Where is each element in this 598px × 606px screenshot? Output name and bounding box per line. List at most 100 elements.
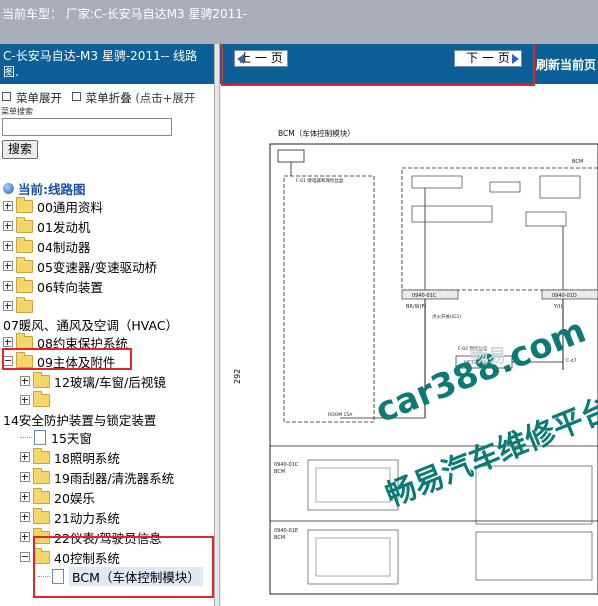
tree-item[interactable]: 06转向装置 xyxy=(3,276,103,296)
current-location-label: 当前:线路图 xyxy=(18,181,86,197)
expand-icon[interactable] xyxy=(20,492,30,502)
bcm-box xyxy=(401,167,598,291)
tree-item[interactable]: 01发动机 xyxy=(3,216,90,236)
sidebar: C-长安马自达-M3 星骋-2011-- 线路图. 菜单展开 菜单折叠 (点击+… xyxy=(0,44,214,606)
search-input[interactable] xyxy=(2,118,172,136)
folder-icon xyxy=(33,371,50,388)
tree-item-label[interactable]: 01发动机 xyxy=(37,217,90,236)
tree-item[interactable]: 20娱乐 xyxy=(20,487,95,507)
highlight-box xyxy=(33,536,214,598)
table1-name: 0940-01C xyxy=(274,462,299,468)
tree-item[interactable]: 18照明系统 xyxy=(20,447,120,467)
menu-controls: 菜单展开 菜单折叠 (点击+展开 xyxy=(2,90,195,106)
diagram-title: BCM（车体控制模块） xyxy=(278,128,355,138)
collapse-checkbox-icon[interactable] xyxy=(71,92,81,101)
expand-icon[interactable] xyxy=(20,532,30,542)
tree-item-label[interactable]: 20娱乐 xyxy=(54,488,95,507)
battery-symbol xyxy=(277,149,305,163)
tree-item-label[interactable]: 04制动器 xyxy=(37,237,90,256)
tree-item[interactable] xyxy=(3,296,37,316)
folder-icon xyxy=(16,216,33,233)
tree-item[interactable]: 04制动器 xyxy=(3,236,90,256)
page-number: 292 xyxy=(233,369,242,384)
highlight-box xyxy=(2,348,132,370)
tree-item[interactable]: 19雨刮器/清洗器系统 xyxy=(20,467,174,487)
tree-item[interactable] xyxy=(20,390,54,410)
tree-item-label[interactable]: 19雨刮器/清洗器系统 xyxy=(54,468,174,487)
expand-icon[interactable] xyxy=(3,261,13,271)
menu-hint: (点击+展开 xyxy=(135,91,196,105)
folder-icon xyxy=(16,332,33,349)
page-icon xyxy=(34,429,46,445)
expand-icon[interactable] xyxy=(3,281,13,291)
tree-item[interactable]: 14安全防护装置与锁定装置 xyxy=(3,409,156,429)
current-car-label: 当前车型： 厂家:C-长安马自达M3 星骋2011- xyxy=(2,7,248,21)
tree-item-label[interactable]: 06转向装置 xyxy=(37,277,103,296)
search-label: 菜单搜索 xyxy=(1,107,33,116)
globe-icon xyxy=(3,182,14,194)
tree-item-label[interactable]: 14安全防护装置与锁定装置 xyxy=(3,410,156,429)
current-location: 当前:线路图 xyxy=(3,178,86,198)
tree-item-label[interactable]: 12玻璃/车窗/后视镜 xyxy=(54,372,166,391)
ignition-label: 点火开关(IG1) xyxy=(432,313,461,320)
content-pane: 上 一 页 下 一 页 刷新当前页 BCM（车体控制模块） 292 F-01 继… xyxy=(220,44,598,606)
bcm-label: BCM xyxy=(572,159,583,165)
tree-line xyxy=(20,436,32,438)
connector-01d: 0940-01D xyxy=(552,293,577,299)
tree-item-label[interactable]: 05变速器/变速驱动桥 xyxy=(37,257,157,276)
room-fuse: ROOM 15A xyxy=(328,412,353,418)
folder-icon xyxy=(16,236,33,253)
tree-item-label[interactable]: 15天窗 xyxy=(51,428,92,447)
expand-icon[interactable] xyxy=(20,512,30,522)
menu-collapse-link[interactable]: 菜单折叠 xyxy=(86,91,132,105)
folder-icon xyxy=(33,447,50,464)
tree-item[interactable]: 07暖风、通风及空调（HVAC） xyxy=(3,314,178,334)
wire-label-y: Y(I) xyxy=(553,304,562,310)
connector-pinout-4 xyxy=(475,531,593,581)
connector-01c: 0940-01C xyxy=(412,293,437,299)
folder-icon xyxy=(33,390,50,407)
fuse-box-outline xyxy=(283,175,375,423)
watermark-small: 畅易 xyxy=(470,346,506,367)
tree-item-label[interactable]: 18照明系统 xyxy=(54,448,120,467)
expand-checkbox-icon[interactable] xyxy=(2,92,11,101)
expand-icon[interactable] xyxy=(20,452,30,462)
collapse-icon[interactable] xyxy=(20,552,30,562)
top-bar: 当前车型： 厂家:C-长安马自达M3 星骋2011- xyxy=(0,0,598,44)
search-button[interactable]: 搜索 xyxy=(2,140,38,159)
folder-icon xyxy=(33,467,50,484)
refresh-page-link[interactable]: 刷新当前页 xyxy=(536,56,596,73)
expand-icon[interactable] xyxy=(3,241,13,251)
table2-sub: BCM xyxy=(274,535,285,541)
expand-icon[interactable] xyxy=(3,337,13,347)
table2-name: 0940-01E xyxy=(274,528,298,534)
folder-icon xyxy=(16,276,33,293)
fuse-box-label: F-01 继电器和保险丝盒 xyxy=(296,177,344,184)
expand-icon[interactable] xyxy=(20,376,30,386)
tree-item[interactable]: 00通用资料 xyxy=(3,196,103,216)
expand-icon[interactable] xyxy=(3,301,13,311)
table1-sub: BCM xyxy=(274,469,285,475)
expand-icon[interactable] xyxy=(3,221,13,231)
expand-icon[interactable] xyxy=(20,472,30,482)
expand-icon[interactable] xyxy=(3,201,13,211)
sidebar-title: C-长安马自达-M3 星骋-2011-- 线路图. xyxy=(0,44,214,84)
c47-label: C-47 xyxy=(566,358,577,364)
folder-icon xyxy=(16,256,33,273)
expand-icon[interactable] xyxy=(20,395,30,405)
wiring-diagram: BCM（车体控制模块） 292 F-01 继电器和保险丝盒 BCM 0940-0… xyxy=(220,84,598,606)
folder-icon xyxy=(16,296,33,313)
tree-item-label[interactable]: 07暖风、通风及空调（HVAC） xyxy=(3,315,178,334)
menu-expand-link[interactable]: 菜单展开 xyxy=(16,91,62,105)
folder-icon xyxy=(33,507,50,524)
tree-item[interactable]: 05变速器/变速驱动桥 xyxy=(3,256,157,276)
tree-item[interactable]: 21动力系统 xyxy=(20,507,120,527)
tree-item-label[interactable]: 00通用资料 xyxy=(37,197,103,216)
wire-label-brw: BR/W(F) xyxy=(406,304,426,310)
folder-icon xyxy=(16,196,33,213)
tree-item[interactable]: 12玻璃/车窗/后视镜 xyxy=(20,371,166,391)
tree-item[interactable]: 15天窗 xyxy=(20,427,92,447)
highlight-box xyxy=(221,44,535,86)
tree-item-label[interactable]: 21动力系统 xyxy=(54,508,120,527)
folder-icon xyxy=(33,487,50,504)
